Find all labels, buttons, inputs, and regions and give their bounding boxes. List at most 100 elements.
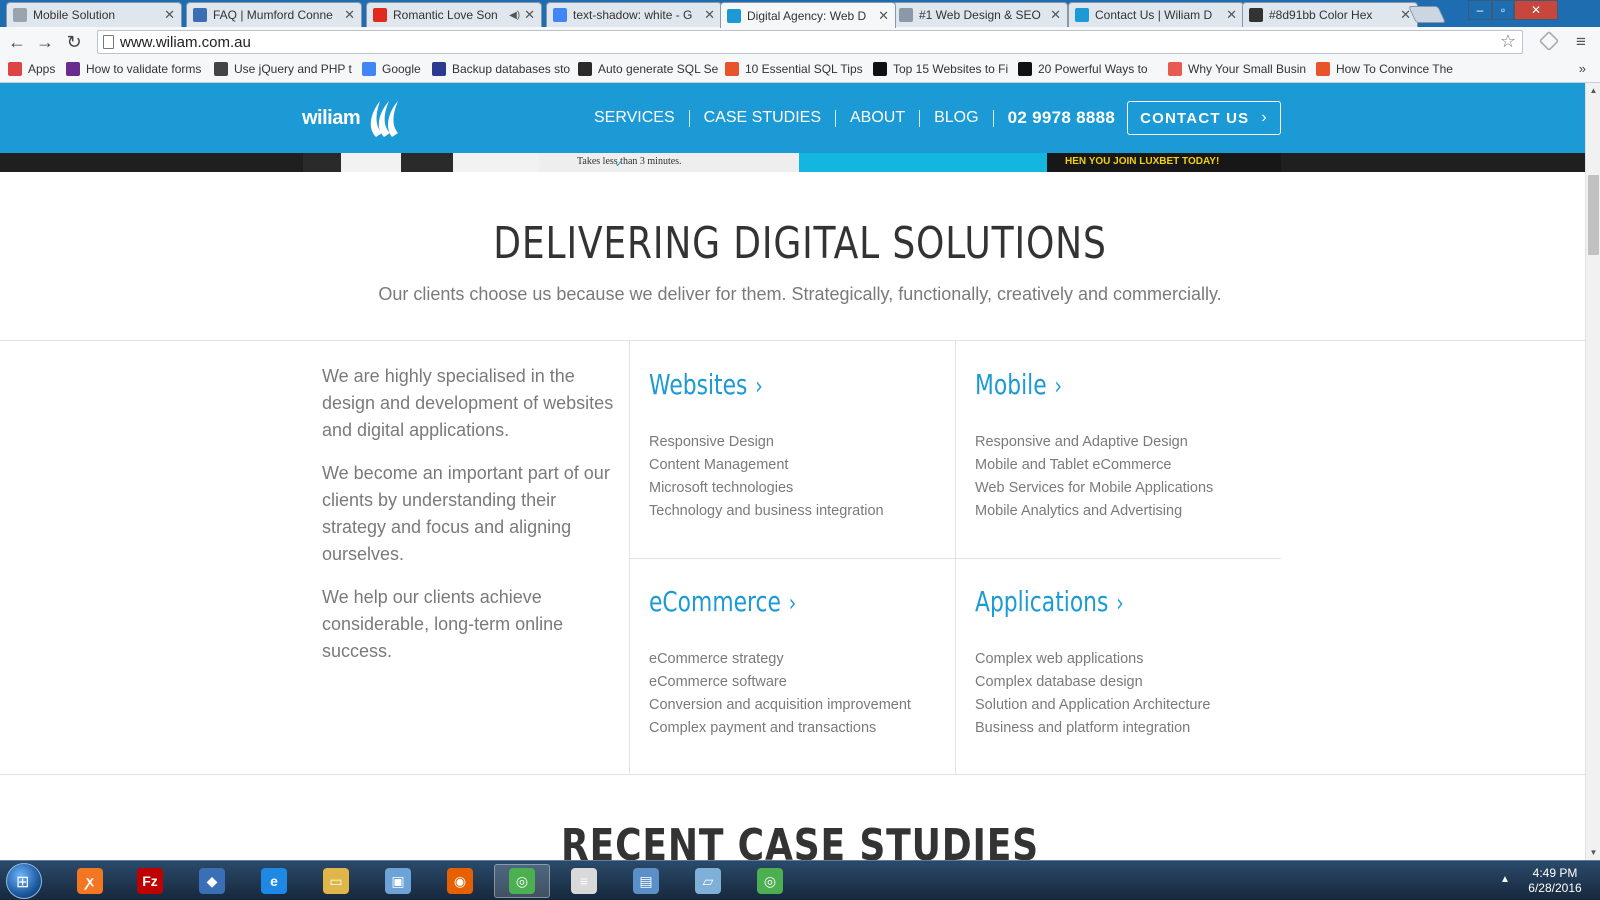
speaker-icon[interactable]: ◀): [509, 10, 520, 21]
nav-about[interactable]: ABOUT: [836, 110, 919, 126]
taskbar-app-button[interactable]: ▤: [618, 864, 674, 898]
bookmark-star-icon[interactable]: ☆: [1500, 31, 1516, 52]
taskbar-app-button[interactable]: ◎: [742, 864, 798, 898]
start-button[interactable]: ⊞: [6, 863, 42, 899]
extension-icon[interactable]: [1538, 30, 1560, 52]
bookmark-item[interactable]: Auto generate SQL Se: [578, 62, 718, 76]
carousel-slide[interactable]: HEN YOU JOIN LUXBET TODAY!: [1047, 153, 1281, 172]
browser-tab[interactable]: text-shadow: white - G ✕: [546, 2, 722, 27]
close-tab-icon[interactable]: ✕: [524, 7, 535, 23]
nav-services[interactable]: SERVICES: [580, 110, 689, 126]
bookmark-item[interactable]: 20 Powerful Ways to: [1018, 62, 1158, 76]
browser-tab[interactable]: Contact Us | Wiliam D ✕: [1068, 2, 1244, 27]
nav-case-studies[interactable]: CASE STUDIES: [690, 110, 835, 126]
service-item: Complex payment and transactions: [649, 720, 877, 736]
tab-title: Romantic Love Son: [393, 8, 498, 22]
bookmarks-overflow-icon[interactable]: »: [1579, 61, 1586, 76]
close-tab-icon[interactable]: ✕: [1050, 7, 1061, 23]
browser-tab[interactable]: FAQ | Mumford Conne ✕: [186, 2, 362, 27]
carousel-slide[interactable]: [799, 153, 1047, 172]
bookmark-label: Apps: [28, 62, 56, 76]
service-item: Responsive Design: [649, 434, 774, 450]
close-tab-icon[interactable]: ✕: [1226, 7, 1237, 23]
nav-blog[interactable]: BLOG: [920, 110, 992, 126]
bookmark-item[interactable]: Why Your Small Busin: [1168, 62, 1308, 76]
browser-tab[interactable]: Romantic Love Son ◀) ✕: [366, 2, 542, 27]
address-bar[interactable]: www.wiliam.com.au ☆: [97, 30, 1523, 54]
browser-tab[interactable]: Digital Agency: Web D ✕: [720, 2, 896, 28]
logo-text: wiliam: [302, 106, 361, 129]
service-title-link[interactable]: eCommerce ›: [649, 585, 796, 618]
page-scrollbar[interactable]: ▲ ▼: [1585, 83, 1600, 860]
bookmark-label: 20 Powerful Ways to: [1038, 62, 1148, 76]
scroll-up-arrow-icon[interactable]: ▲: [1586, 83, 1600, 98]
bookmark-item[interactable]: How to validate forms: [66, 62, 206, 76]
scroll-down-arrow-icon[interactable]: ▼: [1586, 845, 1600, 860]
bookmark-item[interactable]: Backup databases sto: [432, 62, 572, 76]
wiliam-logo[interactable]: wiliam: [302, 97, 402, 139]
contact-us-button[interactable]: CONTACT US ›: [1127, 101, 1281, 135]
section-title: RECENT CASE STUDIES: [560, 820, 1039, 860]
taskbar-app-button[interactable]: ꭗ: [62, 864, 118, 898]
carousel-slide[interactable]: ✓ Takes less than 3 minutes.: [539, 153, 799, 172]
divider: [0, 774, 1585, 775]
tab-title: Contact Us | Wiliam D: [1095, 8, 1213, 22]
service-title-link[interactable]: Applications ›: [975, 585, 1124, 618]
site-header: wiliam SERVICES CASE STUDIES ABOUT BLOG …: [0, 83, 1585, 153]
tab-title: Digital Agency: Web D: [747, 8, 867, 23]
taskbar-app-button[interactable]: ▭: [308, 864, 364, 898]
reload-icon[interactable]: ↻: [63, 31, 85, 53]
bookmark-item[interactable]: Apps: [8, 62, 60, 76]
close-window-button[interactable]: ✕: [1514, 0, 1558, 20]
service-title: eCommerce: [649, 585, 781, 618]
taskbar-app-button[interactable]: ◎: [494, 864, 550, 898]
close-tab-icon[interactable]: ✕: [164, 7, 175, 23]
site-icon: [66, 62, 80, 76]
bookmark-item[interactable]: Google: [362, 62, 426, 76]
apps-icon: [8, 62, 22, 76]
pen-icon: [1249, 8, 1263, 22]
service-title-link[interactable]: Websites ›: [649, 368, 763, 401]
browser-tab[interactable]: #8d91bb Color Hex ✕: [1242, 2, 1418, 27]
close-tab-icon[interactable]: ✕: [704, 7, 715, 23]
taskbar-app-button[interactable]: ◆: [184, 864, 240, 898]
site-icon: [1316, 62, 1330, 76]
service-title-link[interactable]: Mobile ›: [975, 368, 1062, 401]
taskbar-app-button[interactable]: ◉: [432, 864, 488, 898]
back-arrow-icon[interactable]: ←: [6, 31, 28, 53]
case-study-carousel[interactable]: ✓ Takes less than 3 minutes. HEN YOU JOIN…: [0, 153, 1585, 172]
bookmark-label: Use jQuery and PHP t: [234, 62, 352, 76]
chrome-icon: ◎: [757, 868, 783, 894]
clock-date: 6/28/2016: [1528, 881, 1582, 895]
close-tab-icon[interactable]: ✕: [344, 7, 355, 23]
tray-expand-icon[interactable]: ▲: [1500, 874, 1510, 885]
taskbar-app-button[interactable]: e: [246, 864, 302, 898]
taskbar-app-button[interactable]: ▣: [370, 864, 426, 898]
browser-tab[interactable]: Mobile Solution ✕: [6, 2, 182, 27]
bookmarks-bar: » Apps How to validate forms Use jQuery an…: [0, 57, 1600, 83]
taskbar-app-button[interactable]: ≡: [556, 864, 612, 898]
bookmark-item[interactable]: Top 15 Websites to Fi: [873, 62, 1013, 76]
phone-number[interactable]: 02 9978 8888: [994, 108, 1130, 128]
maximize-button[interactable]: ▫: [1492, 0, 1514, 20]
taskbar-app-button[interactable]: Fz: [122, 864, 178, 898]
service-title: Websites: [649, 368, 748, 401]
globe-icon: [899, 8, 913, 22]
scroll-thumb[interactable]: [1588, 175, 1599, 255]
bookmark-item[interactable]: 10 Essential SQL Tips: [725, 62, 865, 76]
chrome-menu-icon[interactable]: ≡: [1576, 33, 1586, 50]
url-text: www.wiliam.com.au: [120, 34, 251, 51]
file-explorer-icon: ▭: [323, 868, 349, 894]
carousel-slide[interactable]: [303, 153, 539, 172]
taskbar-app-button[interactable]: ▱: [680, 864, 736, 898]
check-icon: ✓: [615, 159, 624, 170]
service-item: Content Management: [649, 457, 789, 473]
bookmark-item[interactable]: Use jQuery and PHP t: [214, 62, 354, 76]
bookmark-item[interactable]: How To Convince The: [1316, 62, 1466, 76]
forward-arrow-icon[interactable]: →: [34, 31, 56, 53]
bookmark-label: Google: [382, 62, 421, 76]
minimize-button[interactable]: –: [1468, 0, 1492, 20]
close-tab-icon[interactable]: ✕: [878, 8, 889, 24]
system-clock[interactable]: 4:49 PM 6/28/2016: [1520, 866, 1590, 896]
browser-tab[interactable]: #1 Web Design & SEO ✕: [892, 2, 1068, 27]
